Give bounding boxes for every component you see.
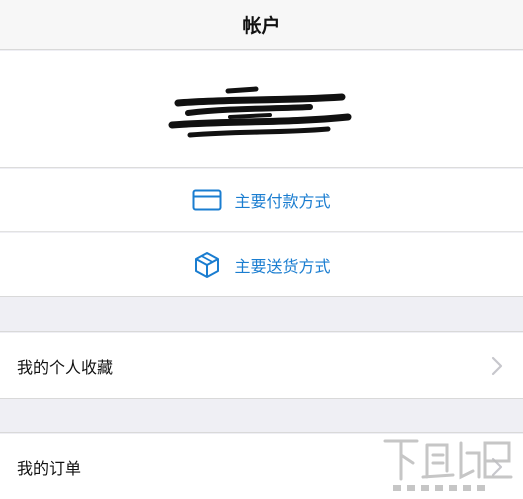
chevron-right-icon	[491, 457, 503, 476]
section-separator	[0, 398, 523, 433]
my-orders-row[interactable]: 我的订单	[0, 434, 523, 499]
primary-payment-method-row[interactable]: 主要付款方式	[0, 169, 523, 232]
primary-payment-method-label: 主要付款方式	[234, 192, 331, 211]
my-favorites-label: 我的个人收藏	[17, 357, 114, 377]
primary-shipping-method-row[interactable]: 主要送货方式	[0, 233, 523, 296]
my-orders-label: 我的订单	[17, 458, 82, 478]
package-box-icon	[192, 250, 222, 280]
navigation-bar: 帐户	[0, 0, 523, 50]
credit-card-icon	[192, 185, 222, 215]
section-separator	[0, 296, 523, 332]
account-name-card	[0, 51, 523, 168]
redacted-account-name	[168, 86, 352, 138]
chevron-right-icon	[491, 356, 503, 375]
primary-shipping-method-label: 主要送货方式	[234, 256, 331, 276]
page-title: 帐户	[242, 15, 281, 37]
my-favorites-row[interactable]: 我的个人收藏	[0, 333, 523, 398]
